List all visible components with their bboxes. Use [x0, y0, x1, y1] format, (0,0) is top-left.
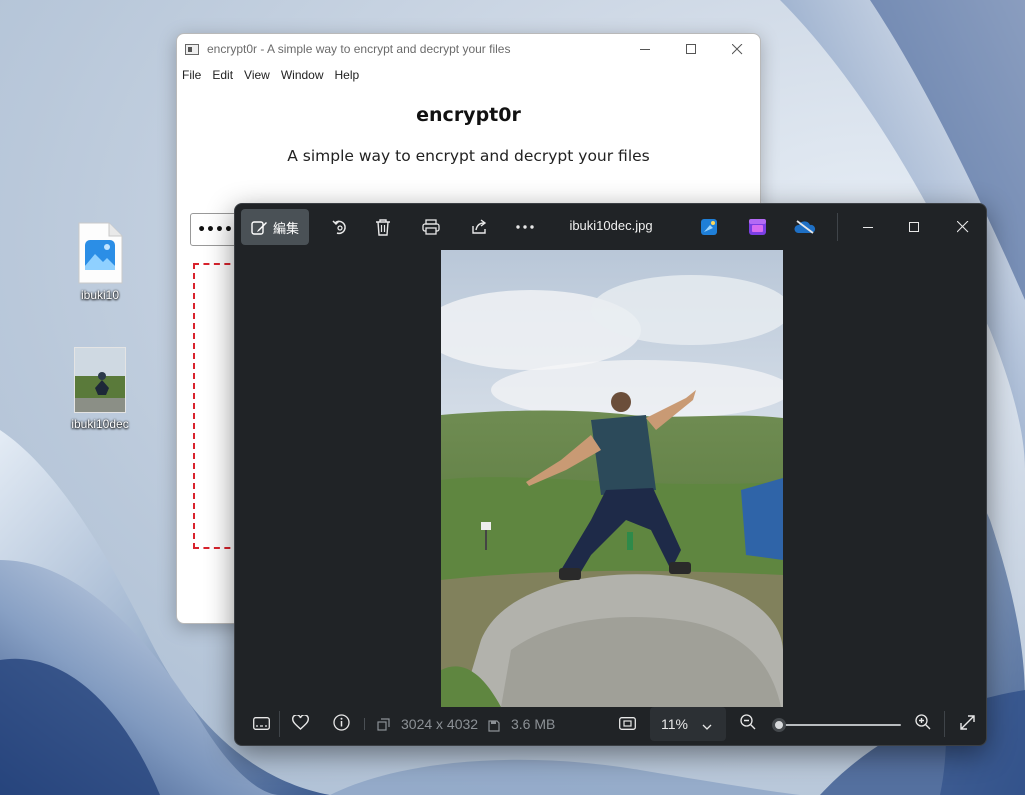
- share-button[interactable]: [459, 209, 499, 245]
- photos-window: 編集 ibuki10dec.jpg 3024 x 4032 3.6 MB 11%: [234, 203, 987, 746]
- fullscreen-icon: [959, 714, 975, 734]
- menu-view[interactable]: View: [244, 68, 276, 82]
- menu-help[interactable]: Help: [335, 68, 366, 82]
- print-button[interactable]: [411, 209, 451, 245]
- info-icon: [332, 713, 350, 735]
- close-icon[interactable]: [714, 34, 760, 64]
- zoom-out-button[interactable]: [730, 703, 766, 745]
- password-field[interactable]: ••••: [190, 213, 240, 246]
- minimize-icon[interactable]: [845, 209, 891, 245]
- delete-icon: [375, 218, 391, 236]
- photo-view[interactable]: [441, 250, 783, 707]
- filmstrip-button[interactable]: [241, 703, 281, 745]
- actual-size-button[interactable]: [608, 703, 646, 745]
- menu-file[interactable]: File: [182, 68, 207, 82]
- app-heading: encrypt0r: [416, 104, 521, 126]
- zoom-out-icon: [740, 714, 756, 734]
- status-divider: [364, 718, 365, 730]
- zoom-in-button[interactable]: [905, 703, 941, 745]
- desktop-icon-label: ibuki10: [80, 288, 120, 302]
- close-icon[interactable]: [940, 209, 986, 245]
- delete-button[interactable]: [363, 209, 403, 245]
- zoom-slider-thumb[interactable]: [772, 718, 786, 732]
- onedrive-icon: [794, 219, 816, 235]
- zoom-in-icon: [915, 714, 931, 734]
- rotate-button[interactable]: [320, 209, 360, 245]
- encryptor-title-bar[interactable]: encrypt0r - A simple way to encrypt and …: [177, 34, 760, 64]
- app-subtitle: A simple way to encrypt and decrypt your…: [287, 147, 650, 165]
- image-dimensions: 3024 x 4032: [401, 716, 479, 732]
- menu-edit[interactable]: Edit: [212, 68, 239, 82]
- edit-label: 編集: [272, 221, 299, 237]
- desktop-icon-ibuki10dec[interactable]: ibuki10dec: [65, 347, 135, 431]
- more-icon: [516, 225, 534, 229]
- desktop-icon-ibuki10[interactable]: ibuki10: [65, 222, 135, 302]
- filmstrip-icon: [252, 715, 270, 734]
- dimensions-icon: [377, 716, 390, 735]
- photos-status-bar: 3024 x 4032 3.6 MB 11%: [235, 703, 986, 745]
- info-button[interactable]: [321, 703, 361, 745]
- zoom-level: 11%: [661, 716, 688, 732]
- fullscreen-button[interactable]: [947, 703, 986, 745]
- clipchamp-button[interactable]: [737, 209, 777, 245]
- app-icon: [185, 43, 199, 55]
- menu-bar: File Edit View Window Help: [177, 64, 760, 86]
- zoom-slider[interactable]: [772, 718, 901, 732]
- print-icon: [422, 219, 440, 235]
- file-name: ibuki10dec.jpg: [569, 218, 653, 233]
- share-icon: [471, 219, 488, 235]
- toolbar-divider: [837, 213, 838, 241]
- more-button[interactable]: [505, 209, 545, 245]
- image-thumbnail: [74, 347, 126, 413]
- edit-icon: [251, 219, 268, 236]
- photos-toolbar: 編集 ibuki10dec.jpg: [235, 204, 986, 250]
- status-divider: [944, 711, 945, 737]
- file-size-icon: [488, 717, 500, 736]
- heart-icon: [291, 713, 309, 734]
- favorite-button[interactable]: [280, 703, 320, 745]
- zoom-level-dropdown[interactable]: 11%: [650, 707, 726, 741]
- maximize-icon[interactable]: [668, 34, 714, 64]
- maximize-icon[interactable]: [891, 209, 937, 245]
- menu-window[interactable]: Window: [281, 68, 330, 82]
- chevron-down-icon: [702, 715, 712, 734]
- file-size: 3.6 MB: [511, 716, 556, 732]
- actual-size-icon: [618, 715, 636, 734]
- paint-app-button[interactable]: [689, 209, 729, 245]
- rotate-icon: [331, 218, 349, 236]
- paint-icon: [701, 219, 717, 235]
- desktop-icon-label: ibuki10dec: [71, 417, 129, 431]
- image-file-icon: [77, 222, 123, 284]
- onedrive-button[interactable]: [783, 209, 827, 245]
- minimize-icon[interactable]: [622, 34, 668, 64]
- edit-button[interactable]: 編集: [241, 209, 309, 245]
- clipchamp-icon: [748, 219, 766, 235]
- window-title: encrypt0r - A simple way to encrypt and …: [207, 42, 511, 56]
